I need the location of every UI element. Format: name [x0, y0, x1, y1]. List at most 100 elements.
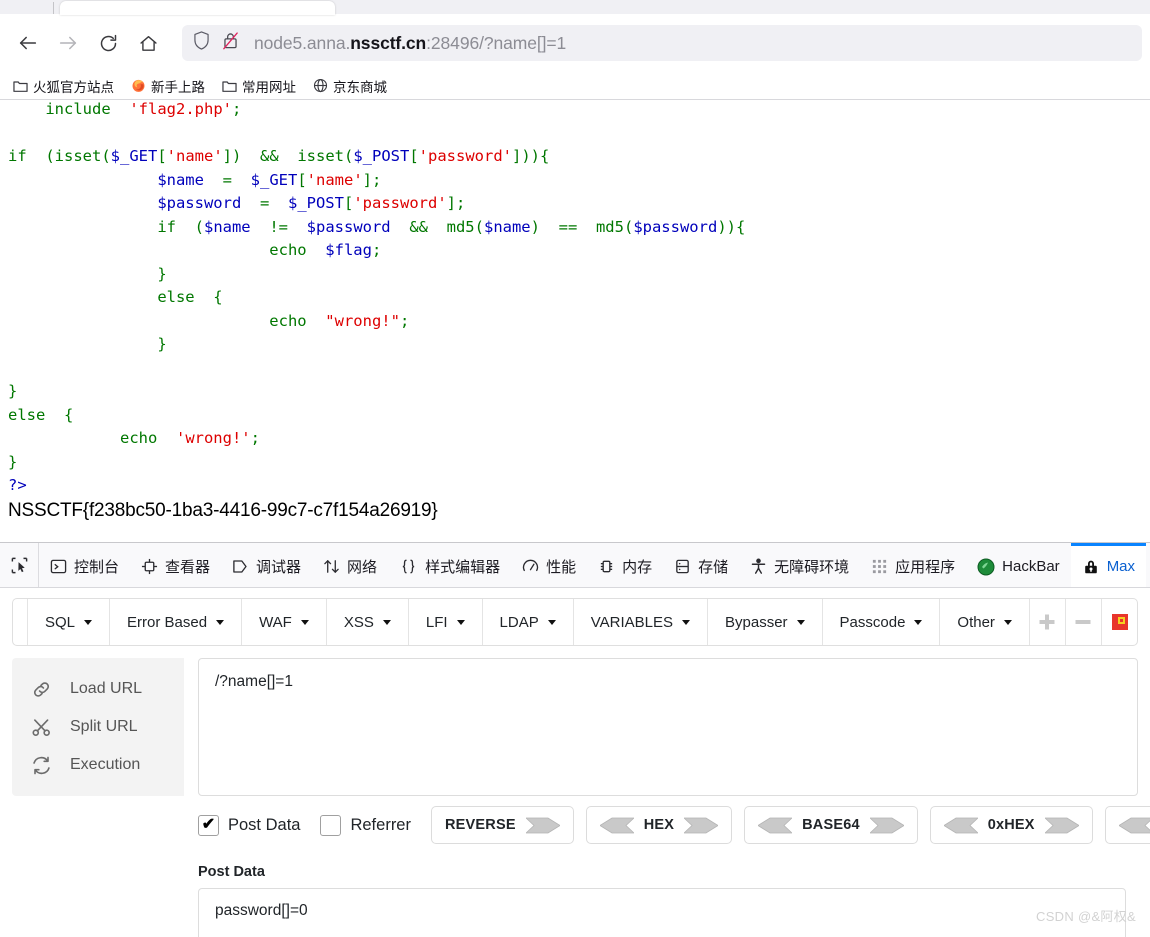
code-token: }: [157, 264, 167, 283]
code-token: $_POST: [287, 194, 344, 212]
bookmark-item[interactable]: 京东商城: [312, 76, 387, 96]
hackbar-menu-passcode[interactable]: Passcode: [823, 599, 941, 645]
encoder-button-hex[interactable]: HEX: [585, 806, 733, 844]
devtools-tab-6[interactable]: 性能: [511, 543, 587, 587]
encoder-button-0xhex[interactable]: 0xHEX: [929, 806, 1093, 844]
encoder-button-base64[interactable]: BASE64: [744, 806, 918, 844]
devtools-tab-2[interactable]: 查看器: [130, 543, 221, 587]
bookmark-item[interactable]: 常用网址: [221, 76, 296, 96]
lock-icon: [1082, 558, 1100, 576]
chevron-down-icon: [914, 619, 923, 625]
debugger-icon: [232, 558, 249, 575]
scissors-icon: [12, 717, 70, 738]
memory-icon: [598, 558, 615, 575]
forward-button[interactable]: [48, 23, 88, 63]
hackbar-menu-variables[interactable]: VARIABLES: [574, 599, 708, 645]
code-token: 'wrong!': [175, 429, 251, 447]
code-token: ;: [371, 241, 382, 259]
encoder-button-reverse[interactable]: REVERSE: [430, 806, 574, 844]
devtools-tab-5[interactable]: 样式编辑器: [388, 543, 511, 587]
chevron-down-icon: [456, 619, 465, 625]
code-line: $name = $_GET['name'];: [8, 169, 1142, 193]
code-line: echo $flag;: [8, 239, 1142, 263]
code-token: =: [241, 194, 288, 212]
checkbox-box[interactable]: ✔: [198, 814, 219, 836]
add-button[interactable]: [1030, 599, 1066, 645]
hackbar-menu-sql[interactable]: SQL: [27, 599, 111, 645]
hackbar-menu-label: Other: [957, 613, 995, 631]
bookmark-item[interactable]: 火狐官方站点: [12, 76, 114, 96]
devtools-tab-3[interactable]: 调试器: [221, 543, 312, 587]
browser-tab[interactable]: [60, 1, 335, 15]
devtools-tab-label: 样式编辑器: [425, 559, 501, 576]
page-content: highlight_file(__FILE__); include 'flag2…: [0, 100, 1150, 542]
arrow-left-icon: [758, 817, 793, 833]
arrow-right-icon: [684, 817, 719, 833]
url-bar[interactable]: node5.anna.nssctf.cn:28496/?name[]=1: [182, 25, 1142, 61]
devtools-tab-4[interactable]: 网络: [312, 543, 388, 587]
hackbar-menu-other[interactable]: Other: [940, 599, 1030, 645]
url-input[interactable]: /?name[]=1: [198, 658, 1138, 796]
insecure-lock-icon: [221, 30, 240, 56]
execution-button[interactable]: Execution: [12, 746, 184, 784]
tab-strip: [0, 0, 1150, 15]
flag-marker-icon[interactable]: [1102, 599, 1137, 645]
chevron-down-icon: [84, 619, 93, 625]
network-icon: [323, 558, 340, 575]
load-url-button[interactable]: Load URL: [12, 670, 184, 708]
code-token: 'password': [418, 147, 512, 165]
devtools-tab-11[interactable]: HackBar: [966, 543, 1071, 587]
code-token: if (: [157, 217, 204, 236]
code-line: [8, 122, 1142, 146]
hackbar-menu-lfi[interactable]: LFI: [409, 599, 483, 645]
devtools-tab-label: HackBar: [1002, 558, 1060, 575]
code-line: }: [8, 451, 1142, 475]
code-line: else {: [8, 404, 1142, 428]
checkbox-post-data[interactable]: ✔ Post Data: [198, 814, 300, 836]
hackbar-menu-label: SQL: [45, 613, 76, 631]
split-url-button[interactable]: Split URL: [12, 708, 184, 746]
reload-button[interactable]: [88, 23, 128, 63]
reload-icon: [100, 34, 116, 51]
devtools-tab-8[interactable]: 存储: [663, 543, 739, 587]
encoder-label: REVERSE: [444, 817, 516, 833]
checkbox-label: Referrer: [350, 815, 411, 834]
hackbar-menu-label: VARIABLES: [590, 613, 673, 631]
devtools-tab-9[interactable]: 无障碍环境: [739, 543, 860, 587]
code-line: $password = $_POST['password'];: [8, 192, 1142, 216]
devtools-tab-1[interactable]: 控制台: [39, 543, 130, 587]
chevron-down-icon: [216, 619, 225, 625]
code-line: echo "wrong!";: [8, 310, 1142, 334]
back-button[interactable]: [8, 23, 48, 63]
hackbar-menu-waf[interactable]: WAF: [242, 599, 327, 645]
devtools-tab-7[interactable]: 内存: [587, 543, 663, 587]
checkbox-referrer[interactable]: Referrer: [320, 814, 411, 836]
style-editor-icon: [399, 558, 418, 575]
arrow-left-icon: [19, 36, 37, 50]
checkbox-box[interactable]: [320, 814, 342, 836]
code-line: else {: [8, 286, 1142, 310]
hackbar-menu-xss[interactable]: XSS: [327, 599, 409, 645]
console-icon: [50, 558, 67, 575]
code-line: }: [8, 263, 1142, 287]
bookmark-label: 火狐官方站点: [33, 79, 114, 95]
post-data-input[interactable]: password[]=0: [198, 888, 1126, 937]
hackbar-icon: [977, 558, 995, 576]
bookmark-item[interactable]: 新手上路: [130, 76, 205, 96]
encoder-label: HEX: [643, 817, 675, 833]
chevron-down-icon: [382, 619, 391, 625]
home-button[interactable]: [128, 23, 168, 63]
performance-icon: [522, 558, 539, 575]
devtools-tab-12[interactable]: Max: [1070, 543, 1147, 587]
devtools-tab-label: 性能: [546, 559, 577, 576]
hackbar-menu-ldap[interactable]: LDAP: [483, 599, 574, 645]
devtools-tab-10[interactable]: 应用程序: [860, 543, 966, 587]
code-token: echo: [269, 241, 326, 259]
remove-button[interactable]: [1066, 599, 1102, 645]
code-token: 'name': [166, 147, 223, 165]
hackbar-menu-bypasser[interactable]: Bypasser: [708, 599, 823, 645]
hackbar-menu-error-based[interactable]: Error Based: [110, 599, 243, 645]
element-picker-icon[interactable]: [0, 543, 39, 587]
encoder-button-url[interactable]: URL: [1104, 806, 1150, 844]
chevron-down-icon: [1003, 619, 1012, 625]
